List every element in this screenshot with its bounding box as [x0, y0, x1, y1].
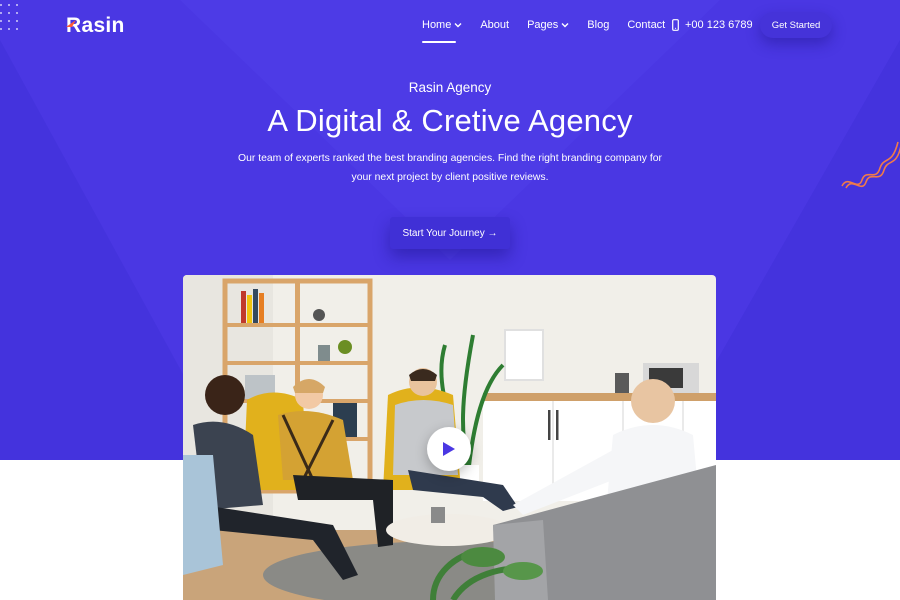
- nav-item-label: Blog: [587, 19, 610, 31]
- nav-item-label: Pages: [527, 19, 559, 31]
- nav-item-home[interactable]: Home: [422, 19, 462, 43]
- nav-item-contact[interactable]: Contact: [627, 19, 665, 31]
- logo[interactable]: Rasin: [66, 12, 125, 40]
- chevron-down-icon: [561, 23, 569, 28]
- nav-item-pages[interactable]: Pages: [527, 19, 569, 31]
- logo-mark-icon: [66, 20, 76, 27]
- hero-description: Our team of experts ranked the best bran…: [238, 153, 662, 183]
- get-started-button[interactable]: Get Started: [760, 12, 832, 38]
- start-journey-button[interactable]: Start Your Journey →: [390, 217, 510, 249]
- nav-item-blog[interactable]: Blog: [587, 19, 609, 31]
- nav-item-label: About: [480, 19, 510, 31]
- decorative-squiggle: [841, 141, 900, 189]
- nav-item-label: Home: [422, 19, 452, 31]
- phone-icon: [672, 19, 679, 31]
- play-button[interactable]: [427, 427, 471, 471]
- chevron-down-icon: [454, 23, 462, 28]
- main-nav: Home About Pages Blog Contact: [422, 14, 683, 43]
- phone-number: +00 123 6789: [685, 19, 753, 31]
- decorative-dots: [0, 4, 22, 40]
- nav-item-label: Contact: [627, 19, 666, 31]
- hero-subtitle: Rasin Agency: [408, 80, 492, 95]
- play-icon: [443, 442, 455, 456]
- phone-link[interactable]: +00 123 6789: [672, 14, 753, 36]
- nav-item-about[interactable]: About: [480, 19, 509, 31]
- hero-headline: A Digital & Cretive Agency: [267, 103, 633, 138]
